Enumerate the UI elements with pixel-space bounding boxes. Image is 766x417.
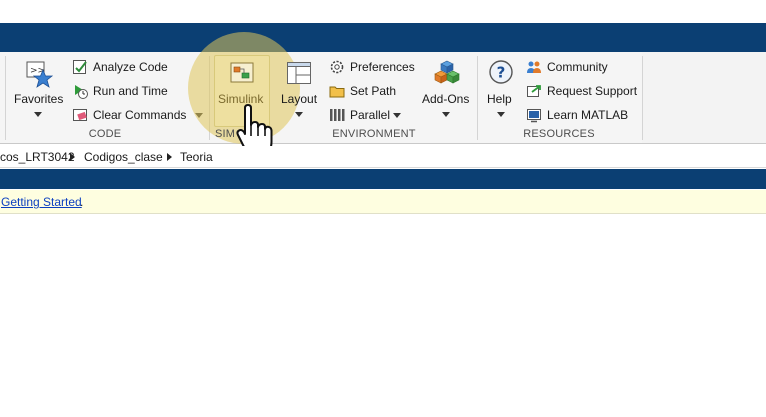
community-button[interactable]: Community	[526, 57, 608, 77]
breadcrumb-separator-icon	[70, 153, 75, 161]
toolstrip-tab-bar	[0, 23, 766, 52]
chevron-down-icon	[295, 112, 303, 117]
add-ons-label: Add-Ons	[422, 92, 470, 106]
layout-label: Layout	[281, 92, 318, 106]
add-ons-button[interactable]: Add-Ons	[418, 56, 474, 126]
help-icon: ?	[489, 60, 513, 84]
set-path-button[interactable]: Set Path	[329, 81, 396, 101]
community-label: Community	[547, 60, 608, 74]
ribbon-bottom-border	[0, 143, 766, 144]
environment-section-label: ENVIRONMENT	[332, 128, 416, 140]
folder-icon	[329, 86, 345, 98]
ribbon-separator	[477, 56, 478, 140]
help-label: Help	[487, 92, 512, 106]
favorites-icon: >>	[26, 61, 53, 88]
request-support-button[interactable]: Request Support	[526, 81, 637, 101]
command-window[interactable]	[0, 214, 766, 417]
window-top-strip	[0, 0, 766, 23]
getting-started-notice: Getting Started .	[0, 190, 766, 214]
request-support-icon	[527, 85, 541, 97]
svg-text:?: ?	[497, 64, 506, 82]
parallel-label: Parallel	[350, 108, 391, 122]
layout-icon	[287, 62, 311, 84]
preferences-button[interactable]: Preferences	[329, 57, 415, 77]
getting-started-link[interactable]: Getting Started	[1, 195, 82, 209]
favorites-label: Favorites	[14, 92, 64, 106]
add-ons-icon	[434, 60, 460, 84]
breadcrumb-separator-icon	[167, 153, 172, 161]
community-icon	[527, 61, 541, 73]
learn-matlab-icon	[527, 109, 541, 123]
gear-icon	[330, 60, 344, 74]
learn-matlab-button[interactable]: Learn MATLAB	[526, 105, 628, 125]
resources-section-label: RESOURCES	[523, 128, 595, 140]
chevron-down-icon	[393, 112, 402, 118]
current-folder-address-bar[interactable]: cos_LRT3042 Codigos_clase Teoria	[0, 146, 766, 168]
parallel-button[interactable]: Parallel	[329, 105, 402, 125]
command-window-title-bar	[0, 169, 766, 189]
ribbon-empty-area	[642, 52, 766, 144]
set-path-label: Set Path	[350, 84, 397, 98]
analyze-code-icon	[73, 60, 87, 74]
code-section-label: CODE	[88, 128, 122, 140]
help-button[interactable]: ? Help	[482, 56, 520, 126]
analyze-code-button[interactable]: Analyze Code	[72, 57, 168, 77]
run-and-time-icon	[75, 85, 88, 99]
simulink-section-label: SIM	[215, 128, 236, 140]
clear-commands-icon	[73, 109, 87, 121]
parallel-icon	[330, 109, 345, 121]
ribbon-separator	[5, 56, 6, 140]
clear-commands-button[interactable]: Clear Commands	[72, 105, 204, 125]
favorites-button[interactable]: >> Favorites	[8, 56, 68, 126]
layout-button[interactable]: Layout	[278, 56, 320, 126]
analyze-code-label: Analyze Code	[93, 60, 168, 74]
preferences-label: Preferences	[350, 60, 415, 74]
notice-tail-text: .	[80, 195, 84, 209]
clear-commands-label: Clear Commands	[93, 108, 187, 122]
run-and-time-button[interactable]: Run and Time	[72, 81, 168, 101]
ribbon-separator	[642, 56, 643, 140]
breadcrumb-item[interactable]: Teoria	[180, 150, 213, 164]
chevron-down-icon	[497, 112, 505, 117]
breadcrumb-item[interactable]: Codigos_clase	[84, 150, 163, 164]
chevron-down-icon	[34, 112, 42, 117]
request-support-label: Request Support	[547, 84, 638, 98]
run-and-time-label: Run and Time	[93, 84, 168, 98]
learn-matlab-label: Learn MATLAB	[547, 108, 629, 122]
simulink-icon	[230, 62, 254, 83]
breadcrumb-item[interactable]: cos_LRT3042	[0, 150, 75, 164]
chevron-down-icon	[442, 112, 450, 117]
